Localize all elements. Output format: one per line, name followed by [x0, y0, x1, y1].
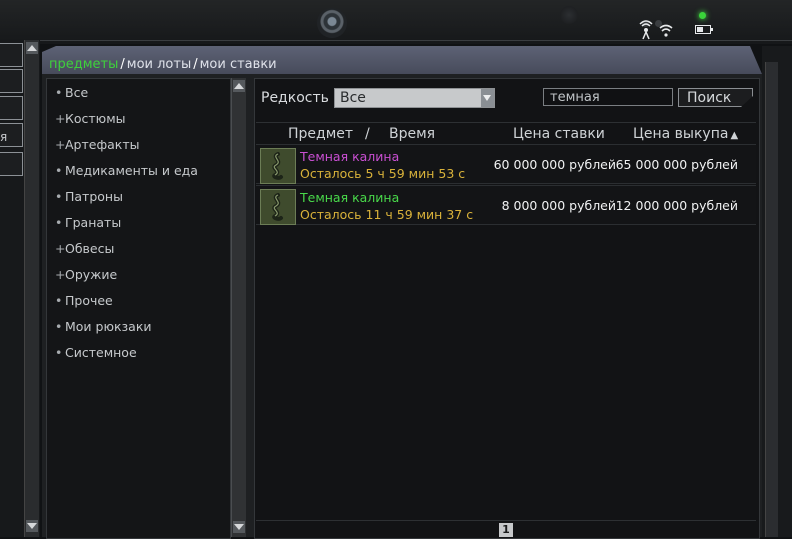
category-label: Оружие: [65, 267, 118, 282]
category-panel: • Все +Костюмы +Артефакты • Медикаменты и еда…: [46, 78, 231, 539]
category-scrollbar[interactable]: [231, 78, 246, 537]
category-item[interactable]: • Все: [55, 84, 198, 110]
status-led: [699, 12, 706, 19]
chevron-up-icon: [234, 83, 244, 89]
side-tab-label: я: [0, 130, 8, 144]
side-tab[interactable]: [0, 43, 23, 67]
category-marker: •: [55, 189, 63, 204]
category-marker: •: [55, 85, 63, 100]
category-item[interactable]: • Патроны: [55, 188, 198, 214]
left-scrollbar[interactable]: [24, 40, 39, 537]
search-button[interactable]: Поиск: [678, 88, 753, 107]
scroll-down-button[interactable]: [26, 520, 38, 532]
chevron-down-icon: [234, 524, 244, 530]
tab-list: предметы / мои лоты / мои ставки: [49, 57, 277, 72]
category-item[interactable]: • Медикаменты и еда: [55, 162, 198, 188]
side-tab[interactable]: [0, 152, 23, 176]
tab-items[interactable]: предметы: [49, 57, 118, 72]
side-tab[interactable]: [0, 69, 23, 93]
search-input[interactable]: [543, 88, 673, 106]
category-item[interactable]: • Прочее: [55, 292, 198, 318]
category-list: • Все +Костюмы +Артефакты • Медикаменты и еда…: [55, 84, 198, 370]
category-label: Костюмы: [65, 111, 126, 126]
scroll-up-button[interactable]: [26, 42, 38, 54]
category-marker: •: [55, 215, 63, 230]
sort-ascending-icon: ▲: [730, 130, 739, 141]
camera-icon: [317, 8, 347, 38]
bid-price: 8 000 000 рублей: [501, 198, 616, 213]
category-item[interactable]: • Мои рюкзаки: [55, 318, 198, 344]
page-number-button[interactable]: 1: [499, 523, 513, 537]
buyout-price: 65 000 000 рублей: [615, 157, 738, 172]
chevron-up-icon: [27, 45, 37, 51]
time-left: Осталось 5 ч 59 мин 53 с: [300, 166, 466, 181]
time-left: Осталось 11 ч 59 мин 37 с: [300, 207, 474, 222]
artifact-icon: [260, 189, 296, 225]
category-label: Все: [65, 85, 89, 100]
category-marker: •: [55, 319, 63, 334]
tab-separator: /: [120, 57, 125, 72]
right-scrollbar[interactable]: [765, 62, 778, 537]
tab-my-bids[interactable]: мои ставки: [200, 57, 277, 72]
category-item[interactable]: +Костюмы: [55, 110, 198, 136]
category-label: Артефакты: [65, 137, 140, 152]
sensor-icon: [560, 6, 578, 24]
category-marker: +: [55, 137, 66, 152]
side-tab[interactable]: [0, 96, 23, 120]
category-item[interactable]: +Артефакты: [55, 136, 198, 162]
bid-price: 60 000 000 рублей: [493, 157, 616, 172]
buyout-price: 12 000 000 рублей: [615, 198, 738, 213]
rarity-select[interactable]: Все: [334, 88, 495, 108]
rarity-label: Редкость: [261, 90, 329, 106]
category-marker: •: [55, 345, 63, 360]
chevron-down-icon[interactable]: [481, 89, 494, 107]
bezel-divider: [0, 40, 792, 41]
battery-icon: [695, 25, 713, 34]
category-marker: •: [55, 163, 63, 178]
category-item[interactable]: +Обвесы: [55, 240, 198, 266]
pager-divider: [256, 520, 756, 521]
category-label: Мои рюкзаки: [65, 319, 152, 334]
category-item[interactable]: • Системное: [55, 344, 198, 370]
chevron-down-icon: [27, 523, 37, 529]
lot-row[interactable]: Темная калина Осталось 11 ч 59 мин 37 с 8 …: [256, 185, 756, 225]
tab-separator: /: [193, 57, 198, 72]
category-label: Системное: [65, 345, 137, 360]
category-marker: +: [55, 111, 66, 126]
lot-row[interactable]: Темная калина Осталось 5 ч 59 мин 53 с 60 …: [256, 144, 756, 184]
column-header-buyout-label: Цена выкупа: [633, 126, 729, 142]
category-label: Патроны: [65, 189, 123, 204]
column-header-time[interactable]: Время: [389, 126, 435, 142]
category-label: Медикаменты и еда: [65, 163, 198, 178]
column-header-separator: /: [365, 126, 370, 142]
category-marker: •: [55, 293, 63, 308]
scroll-down-button[interactable]: [233, 521, 245, 533]
category-label: Гранаты: [65, 215, 122, 230]
category-item[interactable]: +Оружие: [55, 266, 198, 292]
header-divider: [256, 122, 756, 123]
lot-list: Темная калина Осталось 5 ч 59 мин 53 с 60 …: [256, 144, 756, 226]
column-header-bid[interactable]: Цена ставки: [513, 126, 605, 142]
category-item[interactable]: • Гранаты: [55, 214, 198, 240]
rarity-value: Все: [340, 90, 366, 106]
tab-my-lots[interactable]: мои лоты: [127, 57, 191, 72]
category-marker: +: [55, 241, 66, 256]
item-name: Темная калина: [300, 149, 400, 164]
category-label: Обвесы: [65, 241, 115, 256]
column-header-item[interactable]: Предмет: [288, 126, 353, 142]
wifi-icon: [639, 20, 673, 40]
category-label: Прочее: [65, 293, 113, 308]
scroll-up-button[interactable]: [233, 80, 245, 92]
item-name: Темная калина: [300, 190, 400, 205]
artifact-icon: [260, 148, 296, 184]
column-header-buyout[interactable]: Цена выкупа ▲: [633, 126, 738, 142]
category-marker: +: [55, 267, 66, 282]
